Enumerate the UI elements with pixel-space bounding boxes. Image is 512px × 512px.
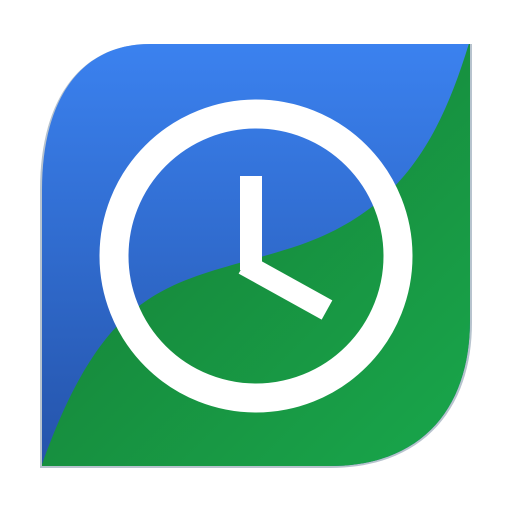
app-icon-graphic (40, 44, 472, 468)
app-icon (0, 0, 512, 512)
